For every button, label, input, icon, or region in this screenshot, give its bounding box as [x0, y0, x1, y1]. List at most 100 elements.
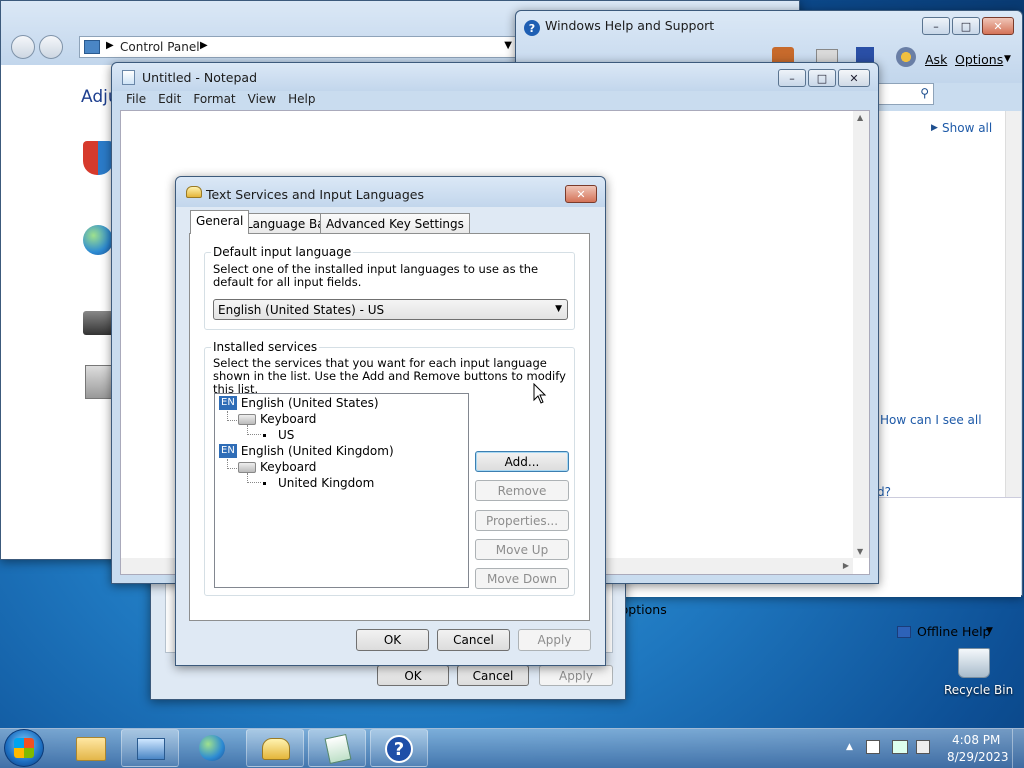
- tree-item-keyboard-us[interactable]: Keyboard: [238, 412, 316, 426]
- tree-connector: [247, 425, 261, 435]
- address-bar[interactable]: ▶ Control Panel ▶ ▼: [79, 36, 517, 58]
- ask-person-icon[interactable]: [896, 47, 916, 67]
- tray-volume-icon[interactable]: [916, 740, 930, 754]
- taskbar-network-button[interactable]: [183, 729, 241, 767]
- menu-edit[interactable]: Edit: [152, 92, 187, 106]
- notepad-vertical-scrollbar[interactable]: ▲ ▼: [853, 111, 869, 558]
- show-desktop-button[interactable]: [1012, 729, 1024, 768]
- move-down-button[interactable]: Move Down: [475, 568, 569, 589]
- bullet-icon: [263, 433, 266, 437]
- close-button[interactable]: ✕: [838, 69, 870, 87]
- taskbar-explorer-button[interactable]: [62, 729, 120, 767]
- maximize-button[interactable]: □: [952, 17, 980, 35]
- move-up-button[interactable]: Move Up: [475, 539, 569, 560]
- taskbar-control-panel-button[interactable]: [121, 729, 179, 767]
- tree-item-label: US: [278, 428, 295, 442]
- chevron-down-icon[interactable]: ▼: [504, 40, 512, 51]
- tree-connector: [227, 459, 237, 469]
- minimize-icon: –: [789, 71, 795, 85]
- tree-item-english-uk[interactable]: EN English (United Kingdom): [219, 444, 394, 458]
- tree-item-layout-uk[interactable]: United Kingdom: [263, 476, 374, 490]
- cancel-button-label: Cancel: [453, 633, 494, 647]
- notepad-title: Untitled - Notepad: [142, 70, 258, 85]
- menu-format[interactable]: Format: [187, 92, 241, 106]
- tree-item-label: United Kingdom: [278, 476, 375, 490]
- menu-help[interactable]: Help: [282, 92, 321, 106]
- tray-network-icon[interactable]: [892, 740, 908, 754]
- scroll-right-icon[interactable]: ▶: [843, 561, 849, 570]
- default-language-group: Default input language Select one of the…: [204, 245, 575, 330]
- scroll-down-icon[interactable]: ▼: [857, 547, 863, 556]
- tree-item-english-us[interactable]: EN English (United States): [219, 396, 379, 410]
- tray-show-hidden-icon[interactable]: ▲: [846, 742, 853, 752]
- background-ok-label: OK: [404, 668, 422, 683]
- search-icon[interactable]: ⚲: [920, 86, 929, 100]
- tree-item-label: English (United Kingdom): [240, 444, 394, 458]
- tab-advanced-key-settings[interactable]: Advanced Key Settings: [320, 213, 470, 233]
- taskbar-notepad-button[interactable]: [308, 729, 366, 767]
- back-button[interactable]: [11, 35, 35, 59]
- add-button[interactable]: Add...: [475, 451, 569, 472]
- network-globe-icon[interactable]: [83, 225, 113, 255]
- address-text: Control Panel: [120, 40, 200, 54]
- menu-view[interactable]: View: [242, 92, 282, 106]
- security-shield-icon[interactable]: [83, 141, 113, 175]
- default-language-select[interactable]: English (United States) - US ▼: [213, 299, 568, 320]
- options-menu[interactable]: Options: [955, 52, 1003, 67]
- offline-help-menu[interactable]: Offline Help: [917, 624, 990, 639]
- maximize-icon: □: [960, 19, 972, 33]
- default-language-value: English (United States) - US: [218, 303, 385, 317]
- tree-item-layout-us[interactable]: US: [263, 428, 294, 442]
- scroll-up-icon[interactable]: ▲: [857, 113, 863, 122]
- remove-button[interactable]: Remove: [475, 480, 569, 501]
- tray-time[interactable]: 4:08 PM: [952, 733, 1000, 747]
- background-cancel-button[interactable]: Cancel: [457, 665, 529, 686]
- minimize-button[interactable]: –: [778, 69, 806, 87]
- keyboard-icon: [238, 413, 256, 425]
- tray-action-center-icon[interactable]: [866, 740, 880, 754]
- apply-button-label: Apply: [537, 633, 572, 647]
- close-icon: ✕: [576, 187, 586, 201]
- recycle-bin-icon[interactable]: [958, 648, 990, 678]
- notepad-menubar: File Edit Format View Help: [120, 92, 321, 106]
- help-icon: ?: [385, 735, 413, 763]
- tab-language-bar-label: Language Bar: [246, 217, 330, 231]
- recycle-bin-label[interactable]: Recycle Bin: [944, 683, 1013, 697]
- tree-item-keyboard-uk[interactable]: Keyboard: [238, 460, 316, 474]
- programs-disc-icon[interactable]: [85, 365, 113, 399]
- breadcrumb-arrow-icon: ▶: [106, 40, 114, 51]
- minimize-button[interactable]: –: [922, 17, 950, 35]
- taskbar-help-button[interactable]: ?: [370, 729, 428, 767]
- installed-services-group-title: Installed services: [211, 340, 320, 354]
- dialog-close-button[interactable]: ✕: [565, 185, 597, 203]
- tray-date[interactable]: 8/29/2023: [947, 750, 1009, 764]
- show-all-link[interactable]: Show all: [942, 121, 992, 135]
- text-services-icon: [262, 738, 290, 760]
- tab-general[interactable]: General: [190, 210, 250, 234]
- forward-button[interactable]: [39, 35, 63, 59]
- help-question-link[interactable]: How can I see all: [880, 413, 982, 427]
- background-apply-button[interactable]: Apply: [539, 665, 613, 686]
- default-language-group-title: Default input language: [211, 245, 354, 259]
- bullet-icon: [263, 481, 266, 485]
- help-search-box[interactable]: ⚲: [878, 83, 934, 105]
- keyboard-icon: [238, 461, 256, 473]
- minimize-icon: –: [933, 19, 939, 33]
- ask-link[interactable]: Ask: [925, 52, 947, 67]
- taskbar-text-services-button[interactable]: [246, 729, 304, 767]
- maximize-button[interactable]: □: [808, 69, 836, 87]
- close-button[interactable]: ✕: [982, 17, 1014, 35]
- cancel-button[interactable]: Cancel: [437, 629, 510, 651]
- properties-button[interactable]: Properties...: [475, 510, 569, 531]
- default-language-description: Select one of the installed input langua…: [213, 262, 539, 289]
- apply-button[interactable]: Apply: [518, 629, 591, 651]
- background-apply-label: Apply: [559, 668, 593, 683]
- installed-services-tree[interactable]: EN English (United States) Keyboard US E…: [214, 393, 469, 588]
- menu-file[interactable]: File: [120, 92, 152, 106]
- ok-button[interactable]: OK: [356, 629, 429, 651]
- background-ok-button[interactable]: OK: [377, 665, 449, 686]
- language-badge: EN: [219, 444, 237, 458]
- help-scrollbar[interactable]: [1005, 111, 1021, 497]
- tree-connector: [247, 473, 261, 483]
- control-panel-icon: [137, 738, 165, 760]
